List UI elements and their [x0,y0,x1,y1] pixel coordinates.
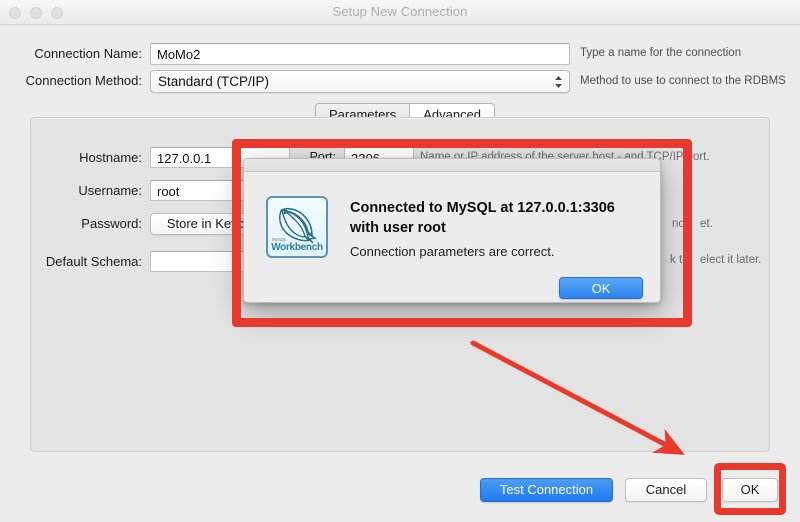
schema-hint-fragment-b: elect it later. [700,254,762,266]
connection-method-hint: Method to use to connect to the RDBMS [580,75,786,87]
connection-result-alert: MySQL Workbench Connected to MySQL at 12… [243,158,661,303]
alert-ok-button[interactable]: OK [559,277,643,299]
username-label: Username: [78,183,142,198]
password-label: Password: [81,216,142,231]
alert-message: Connection parameters are correct. [350,244,555,259]
logo-product-text: Workbench [271,242,323,253]
connection-name-label: Connection Name: [34,46,142,61]
connection-name-input[interactable]: MoMo2 [150,43,570,65]
window-titlebar: Setup New Connection [0,0,800,25]
alert-body: MySQL Workbench Connected to MySQL at 12… [244,172,660,302]
alert-titlebar [244,159,660,172]
connection-method-label: Connection Method: [25,73,142,88]
password-hint-fragment-b: et. [700,218,713,230]
password-hint-fragment-a: not [672,218,688,230]
connection-method-value: Standard (TCP/IP) [158,74,270,89]
connection-name-hint: Type a name for the connection [580,47,742,59]
cancel-button[interactable]: Cancel [625,478,707,502]
setup-new-connection-window: Setup New Connection Connection Name: Mo… [0,0,800,522]
default-schema-label: Default Schema: [45,254,142,269]
connection-method-select[interactable]: Standard (TCP/IP) [150,70,570,93]
alert-heading: Connected to MySQL at 127.0.0.1:3306 wit… [350,200,615,236]
schema-hint-fragment-a: k to [670,254,689,266]
chevron-updown-icon [554,74,563,90]
test-connection-button[interactable]: Test Connection [480,478,613,502]
window-title: Setup New Connection [332,4,468,19]
hostname-label: Hostname: [79,150,142,165]
mysql-workbench-logo-icon: MySQL Workbench [266,196,328,258]
ok-button[interactable]: OK [722,478,778,502]
